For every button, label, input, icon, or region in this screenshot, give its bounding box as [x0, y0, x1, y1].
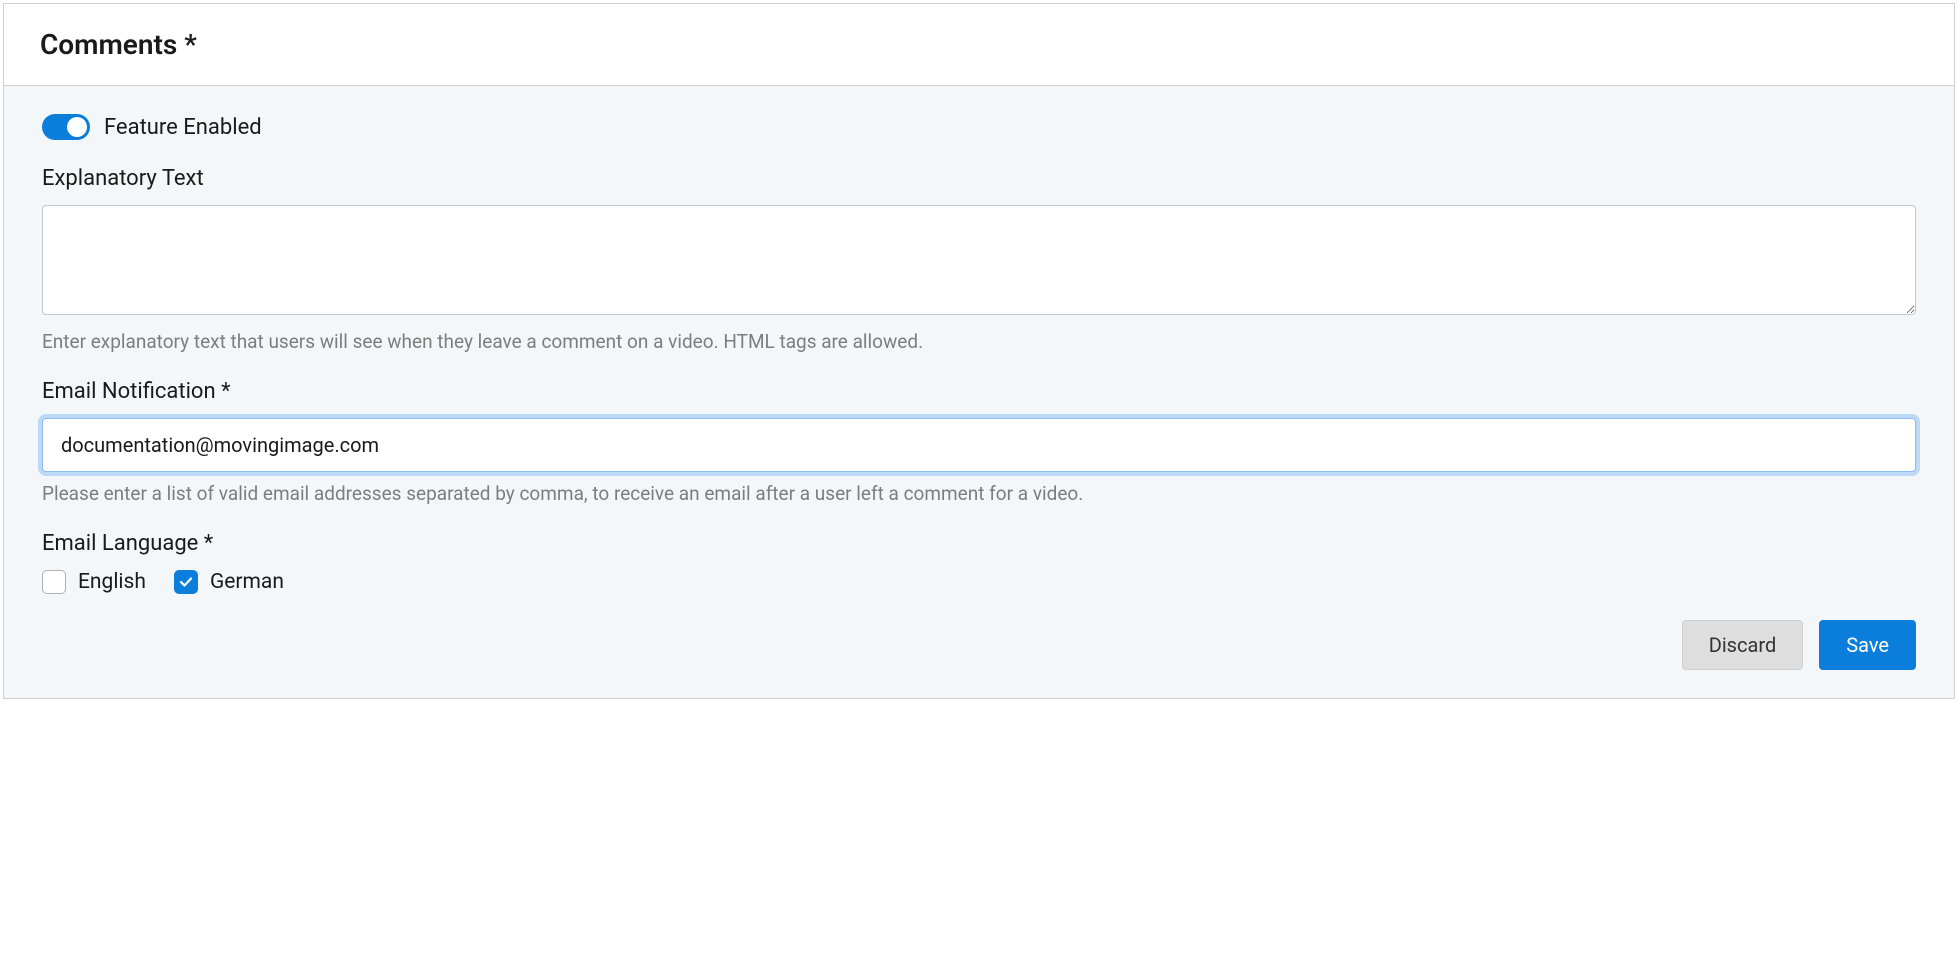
explanatory-text-hint: Enter explanatory text that users will s…: [42, 330, 1916, 353]
english-checkbox-label: English: [78, 570, 146, 594]
comments-panel: Comments * Feature Enabled Explanatory T…: [3, 3, 1955, 699]
german-checkbox[interactable]: [174, 570, 198, 594]
english-checkbox[interactable]: [42, 570, 66, 594]
panel-body: Feature Enabled Explanatory Text Enter e…: [4, 86, 1954, 698]
email-notification-label: Email Notification *: [42, 379, 1916, 404]
panel-title: Comments *: [40, 28, 1918, 61]
email-language-label: Email Language *: [42, 531, 1916, 556]
discard-button[interactable]: Discard: [1682, 620, 1804, 670]
explanatory-text-input[interactable]: [42, 205, 1916, 315]
save-button[interactable]: Save: [1819, 620, 1916, 670]
toggle-knob: [67, 117, 87, 137]
feature-enabled-label: Feature Enabled: [104, 115, 262, 140]
panel-header: Comments *: [4, 4, 1954, 86]
german-checkbox-label: German: [210, 570, 284, 594]
feature-enabled-toggle[interactable]: [42, 114, 90, 140]
email-notification-hint: Please enter a list of valid email addre…: [42, 482, 1916, 505]
email-notification-input[interactable]: [42, 418, 1916, 472]
explanatory-text-label: Explanatory Text: [42, 166, 1916, 191]
check-icon: [179, 575, 193, 589]
